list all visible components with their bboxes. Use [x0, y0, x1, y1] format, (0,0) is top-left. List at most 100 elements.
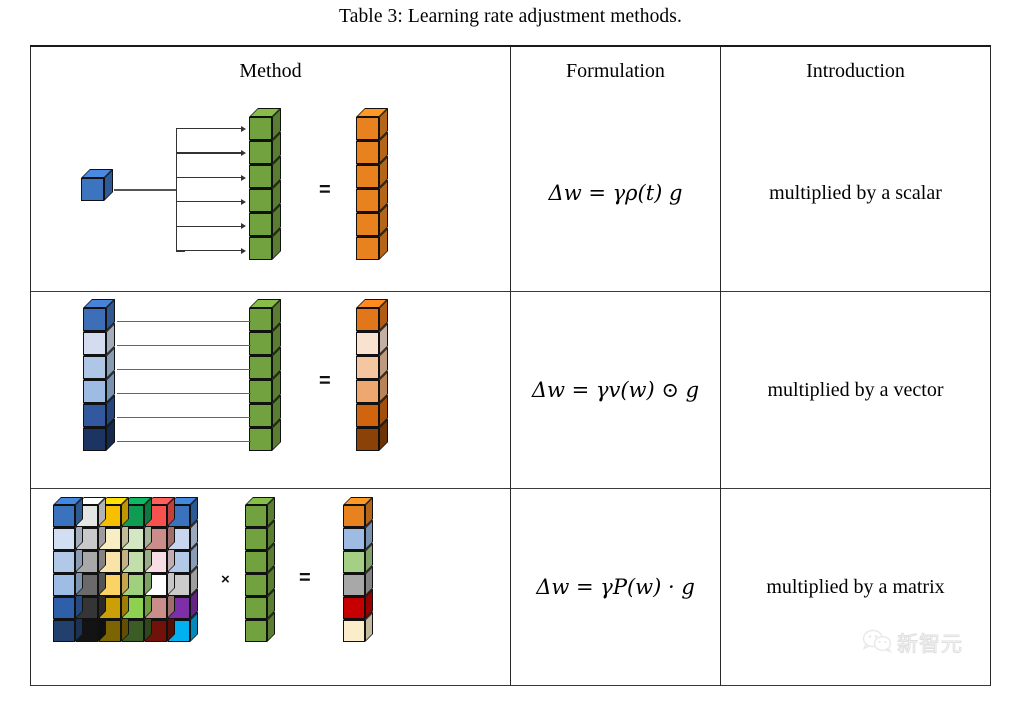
orange-result-vector-cell-3 [356, 371, 388, 403]
orange-result-vector-cell-0 [356, 299, 388, 331]
equals-symbol: = [319, 179, 331, 201]
cube-front-face [356, 380, 379, 403]
mapping-line [117, 320, 251, 322]
introduction-vector-cell: multiplied by a vector [720, 291, 991, 489]
result-vector-cell-3 [343, 566, 373, 596]
result-vector-cell-5 [343, 612, 373, 642]
cube-front-face [249, 380, 272, 403]
cube-front-face [356, 237, 379, 260]
green-vector-cell-1 [245, 520, 275, 550]
cube-front-face [356, 117, 379, 140]
cube-front-face [356, 213, 379, 236]
method-diagram-scalar: = [30, 95, 511, 292]
blue-vector-cell-2 [83, 347, 115, 379]
green-vector-cell-3 [249, 371, 281, 403]
fan-out-arrow-line [177, 176, 243, 179]
fan-out-arrow-line [177, 225, 243, 227]
cube-front-face [249, 404, 272, 427]
matrix-cell-1-0 [53, 520, 83, 550]
cube-front-face [83, 404, 106, 427]
fan-out-arrow-head [241, 247, 246, 254]
orange-result-vector-cell-5 [356, 228, 388, 260]
cube-front-face [53, 528, 75, 550]
cube-front-face [249, 428, 272, 451]
matrix-cell-2-0 [53, 543, 83, 573]
multiply-symbol: × [221, 571, 230, 588]
orange-result-vector-cell-4 [356, 204, 388, 236]
cube-front-face [343, 551, 365, 573]
green-vector-cell-1 [249, 132, 281, 164]
matrix-cell-5-0 [53, 612, 83, 642]
diagram-matrix-times-vector: × = [31, 489, 510, 685]
cube-front-face [343, 620, 365, 642]
equals-symbol: = [299, 567, 311, 589]
cube-front-face [249, 356, 272, 379]
cube-front-face [53, 597, 75, 619]
column-header-introduction: Introduction [720, 45, 991, 95]
orange-result-vector-cell-0 [356, 108, 388, 140]
cube-front-face [83, 428, 106, 451]
formula-scalar: Δw = γρ(t) g [548, 180, 683, 205]
green-vector-cell-0 [249, 299, 281, 331]
fan-out-arrow-line [177, 152, 243, 154]
cube-front-face [249, 165, 272, 188]
cube-front-face [356, 428, 379, 451]
formulation-scalar-cell: Δw = γρ(t) g [510, 95, 721, 292]
cube-front-face [249, 237, 272, 260]
result-vector-cell-1 [343, 520, 373, 550]
table-row: × = Δw = γP(w) · g multiplied by a matrix [30, 488, 991, 686]
mapping-line [117, 440, 251, 442]
table-figure-root: Table 3: Learning rate adjustment method… [0, 0, 1021, 702]
cube-front-face [83, 380, 106, 403]
matrix-cell-4-0 [53, 589, 83, 619]
introduction-vector: multiplied by a vector [767, 378, 944, 401]
green-vector-cell-4 [249, 204, 281, 236]
result-vector-cell-4 [343, 589, 373, 619]
green-vector-cell-5 [249, 228, 281, 260]
orange-result-vector-cell-1 [356, 323, 388, 355]
green-vector-cell-2 [249, 156, 281, 188]
green-vector-cell-0 [249, 108, 281, 140]
fan-out-arrow-line [177, 250, 243, 252]
green-vector-cell-2 [249, 347, 281, 379]
method-diagram-vector: = [30, 291, 511, 489]
introduction-matrix-cell: multiplied by a matrix [720, 488, 991, 686]
cube-front-face [53, 620, 75, 642]
result-vector-cell-0 [343, 497, 373, 527]
orange-result-vector-cell-5 [356, 419, 388, 451]
cube-front-face [53, 551, 75, 573]
cube-front-face [356, 308, 379, 331]
cube-front-face [249, 332, 272, 355]
green-vector-cell-0 [245, 497, 275, 527]
orange-result-vector-cell-2 [356, 156, 388, 188]
cube-front-face [245, 551, 267, 573]
introduction-scalar: multiplied by a scalar [769, 181, 942, 204]
cube-front-face [356, 356, 379, 379]
learning-rate-methods-table: Method Formulation Introduction = Δw = γ… [30, 45, 991, 686]
blue-vector-cell-4 [83, 395, 115, 427]
cube-front-face [356, 141, 379, 164]
green-vector-cell-5 [245, 612, 275, 642]
formula-matrix: Δw = γP(w) · g [536, 574, 695, 599]
cube-front-face [343, 574, 365, 596]
blue-vector-cell-5 [83, 419, 115, 451]
table-header-row: Method Formulation Introduction [30, 45, 991, 95]
fan-out-arrow-head [241, 125, 246, 132]
blue-scalar-cube [81, 168, 113, 201]
cube-front-face [249, 308, 272, 331]
table-caption: Table 3: Learning rate adjustment method… [339, 6, 682, 27]
cube-front-face [249, 189, 272, 212]
cube-front-face [81, 177, 104, 201]
fan-out-arrow-head [241, 174, 246, 181]
green-vector-cell-4 [249, 395, 281, 427]
green-vector-cell-5 [249, 419, 281, 451]
formulation-matrix-cell: Δw = γP(w) · g [510, 488, 721, 686]
cube-front-face [249, 141, 272, 164]
mapping-line [117, 368, 251, 370]
fan-out-arrow-head [241, 150, 246, 157]
orange-result-vector-cell-2 [356, 347, 388, 379]
scalar-lead-line [114, 189, 176, 192]
green-vector-cell-2 [245, 543, 275, 573]
column-header-method: Method [30, 45, 511, 95]
mapping-line [117, 416, 251, 418]
